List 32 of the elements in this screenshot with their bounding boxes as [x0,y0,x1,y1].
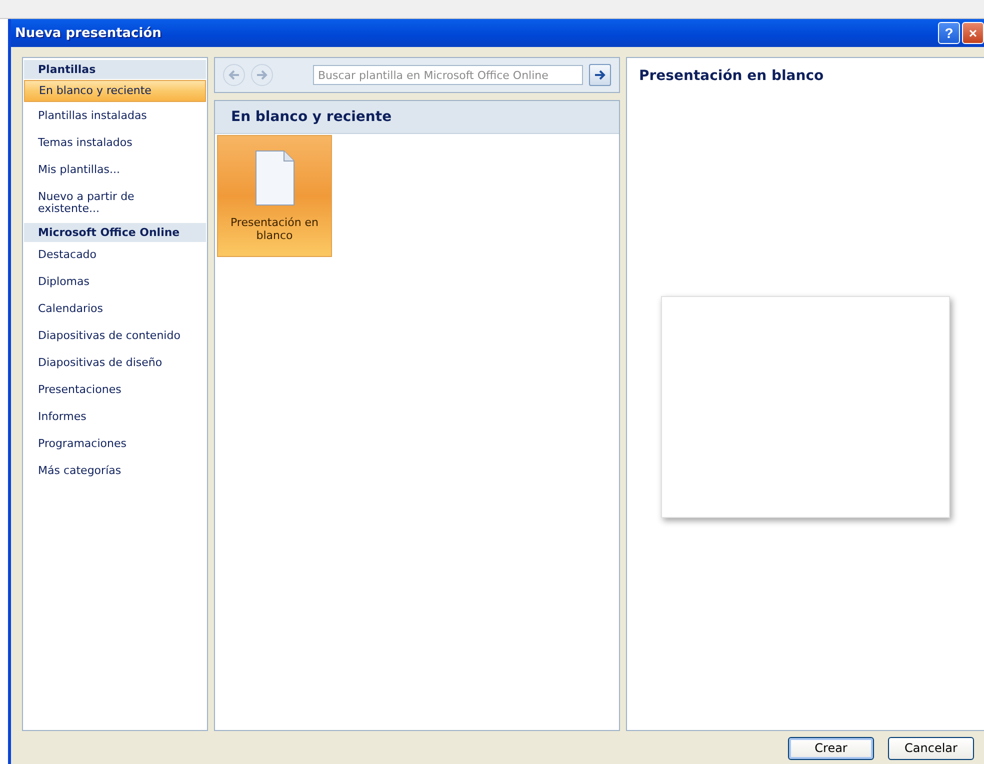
gallery-heading: En blanco y reciente [215,101,619,134]
category-item[interactable]: Programaciones [24,432,206,457]
category-item[interactable]: Plantillas instaladas [24,104,206,129]
category-item[interactable]: Diapositivas de diseño [24,351,206,376]
search-go-button[interactable] [589,64,611,86]
left-arrow-icon [228,70,240,80]
right-arrow-icon [256,70,268,80]
search-field[interactable]: Buscar plantilla en Microsoft Office Online [313,65,583,85]
category-item[interactable]: En blanco y reciente [24,80,206,102]
category-item[interactable]: Destacado [24,243,206,268]
category-item[interactable]: Presentaciones [24,378,206,403]
category-item[interactable]: Temas instalados [24,131,206,156]
category-header: Plantillas [24,60,206,79]
category-item[interactable]: Diplomas [24,270,206,295]
category-item[interactable]: Informes [24,405,206,430]
category-item[interactable]: Diapositivas de contenido [24,324,206,349]
category-item[interactable]: Más categorías [24,459,206,484]
category-header: Microsoft Office Online [24,223,206,242]
window-title: Nueva presentación [15,26,162,40]
category-item[interactable]: Nuevo a partir de existente... [24,185,206,222]
help-button[interactable]: ? [938,22,960,44]
create-button[interactable]: Crear [788,736,874,760]
category-item[interactable]: Calendarios [24,297,206,322]
template-tile[interactable]: Presentación en blanco [217,135,332,257]
right-arrow-icon [594,70,606,80]
preview-title: Presentación en blanco [639,68,825,84]
document-icon [254,150,294,206]
category-item[interactable]: Mis plantillas... [24,158,206,183]
cancel-button[interactable]: Cancelar [888,736,974,760]
back-button[interactable] [223,64,245,86]
forward-button[interactable] [251,64,273,86]
close-button[interactable]: × [962,22,984,44]
